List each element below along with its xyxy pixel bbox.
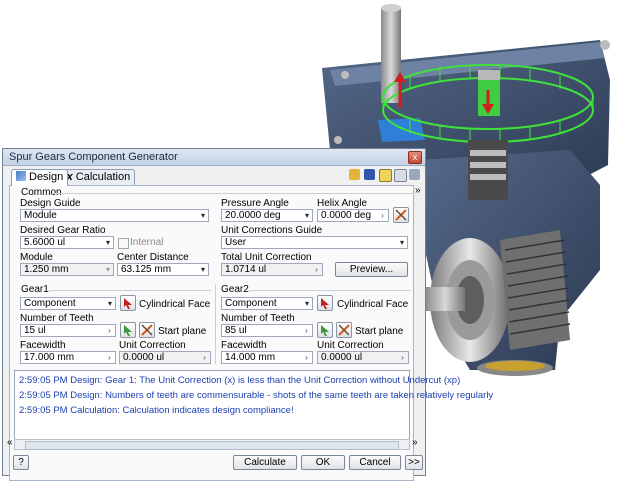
total-unit-correction-label: Total Unit Correction [221,252,312,263]
flip-icon [141,324,153,336]
unit-corrections-guide-label: Unit Corrections Guide [221,225,323,236]
gear2-teeth-input[interactable]: 85 ul › [221,324,313,337]
chevron-down-icon: ▾ [200,265,205,274]
chevron-right-icon[interactable]: › [200,353,209,362]
settings-icon[interactable] [409,169,420,180]
gear1-facewidth-label: Facewidth [20,340,66,351]
fx-toolbar-icon[interactable] [394,169,407,182]
pick-icon [395,209,407,221]
cancel-button[interactable]: Cancel [349,455,401,470]
chevron-down-icon: ▾ [105,238,110,247]
total-unit-correction-value: 1.0714 ul › [221,263,323,276]
helix-angle-input[interactable]: 0.0000 deg › [317,209,389,222]
collapse-left-icon[interactable]: « [7,437,13,448]
chevron-down-icon: ▾ [304,211,309,220]
gear1-facewidth-input[interactable]: 17.000 mm › [20,351,116,364]
pressure-angle-label: Pressure Angle [221,198,289,209]
window-title: Spur Gears Component Generator [9,151,178,163]
design-guide-label: Design Guide [20,198,81,209]
gear2-teeth-label: Number of Teeth [221,313,295,324]
spur-gears-dialog: Spur Gears Component Generator x Design … [2,148,493,481]
save-icon[interactable] [364,169,375,180]
input-shaft [381,8,401,103]
ok-button[interactable]: OK [301,455,345,470]
gear2-type-select[interactable]: Component ▾ [221,297,313,310]
flip-icon [338,324,350,336]
preview-button[interactable]: Preview... [335,262,408,277]
gear1-start-plane-label: Start plane [158,326,207,337]
chevron-right-icon[interactable]: › [398,353,407,362]
chevron-down-icon: ▾ [304,299,309,308]
helix-angle-label: Helix Angle [317,198,368,209]
message-line: 2:59:05 PM Design: Numbers of teeth are … [19,390,494,401]
message-line: 2:59:05 PM Calculation: Calculation indi… [19,405,294,416]
chevron-down-icon: ▾ [399,238,404,247]
chevron-down-icon: ▾ [200,211,205,220]
pressure-angle-input[interactable]: 20.0000 deg ▾ [221,209,313,222]
chevron-down-icon: ▾ [107,299,112,308]
helix-select-button[interactable] [393,207,409,223]
more-button[interactable]: >> [405,455,423,470]
chevron-right-icon[interactable]: › [105,326,114,335]
tab-design[interactable]: Design [11,169,69,186]
gear-ratio-label: Desired Gear Ratio [20,225,106,236]
gear1-section-label: Gear1 [21,284,49,295]
gear1-teeth-label: Number of Teeth [20,313,94,324]
message-line: 2:59:05 PM Design: Gear 1: The Unit Corr… [19,375,461,386]
gear1-flip-button[interactable] [139,322,155,338]
close-button[interactable]: x [408,151,422,164]
design-guide-select[interactable]: Module ▾ [20,209,209,222]
gear1-unit-correction-input[interactable]: 0.0000 ul › [119,351,211,364]
module-label: Module [20,252,53,263]
center-distance-input[interactable]: 63.125 mm ▾ [117,263,209,276]
gear2-cylindrical-face-button[interactable] [317,295,333,311]
chevron-right-icon[interactable]: › [302,326,311,335]
gear2-section-label: Gear2 [221,284,249,295]
message-scrollbar[interactable] [14,439,410,450]
expand-panel-icon[interactable]: » [415,185,421,196]
gear1-start-select-button[interactable] [120,322,136,338]
message-log[interactable]: 2:59:05 PM Design: Gear 1: The Unit Corr… [14,370,493,440]
gear2-start-select-button[interactable] [317,322,333,338]
title-bar[interactable]: Spur Gears Component Generator x [3,149,425,166]
chevron-right-icon[interactable]: › [312,265,321,274]
design-tab-icon [16,171,26,181]
gear2-unit-correction-label: Unit Correction [317,340,384,351]
help-icon[interactable] [379,169,392,182]
unit-corrections-guide-select[interactable]: User ▾ [221,236,408,249]
help-button[interactable]: ? [13,455,29,470]
gear2-cylindrical-face-label: Cylindrical Face [337,299,409,310]
tab-calculation[interactable]: fxCalculation [58,169,136,185]
select-arrow-icon [321,298,329,309]
select-arrow-icon [124,298,132,309]
gear1-unit-correction-label: Unit Correction [119,340,186,351]
chevron-right-icon[interactable]: › [378,211,387,220]
gear1-cylindrical-face-label: Cylindrical Face [139,299,211,310]
center-distance-label: Center Distance [117,252,189,263]
select-arrow-icon [124,325,132,336]
chevron-down-icon: ▾ [105,265,110,274]
collapse-right-icon[interactable]: » [412,437,418,448]
select-arrow-icon [321,325,329,336]
gear2-facewidth-input[interactable]: 14.000 mm › [221,351,313,364]
gear2-start-plane-label: Start plane [355,326,404,337]
internal-checkbox[interactable] [118,238,129,249]
gear1-type-select[interactable]: Component ▾ [20,297,116,310]
scrollbar-thumb[interactable] [25,441,399,450]
calculate-button[interactable]: Calculate [233,455,297,470]
gear2-flip-button[interactable] [336,322,352,338]
gear2-facewidth-label: Facewidth [221,340,267,351]
gear1-cylindrical-face-button[interactable] [120,295,136,311]
folder-open-icon[interactable] [349,169,360,180]
gear1-teeth-input[interactable]: 15 ul › [20,324,116,337]
module-select[interactable]: 1.250 mm ▾ [20,263,114,276]
gear-ratio-input[interactable]: 5.6000 ul ▾ [20,236,114,249]
gear2-unit-correction-input[interactable]: 0.0000 ul › [317,351,409,364]
chevron-right-icon[interactable]: › [105,353,114,362]
internal-label: Internal [130,237,164,248]
chevron-right-icon[interactable]: › [302,353,311,362]
